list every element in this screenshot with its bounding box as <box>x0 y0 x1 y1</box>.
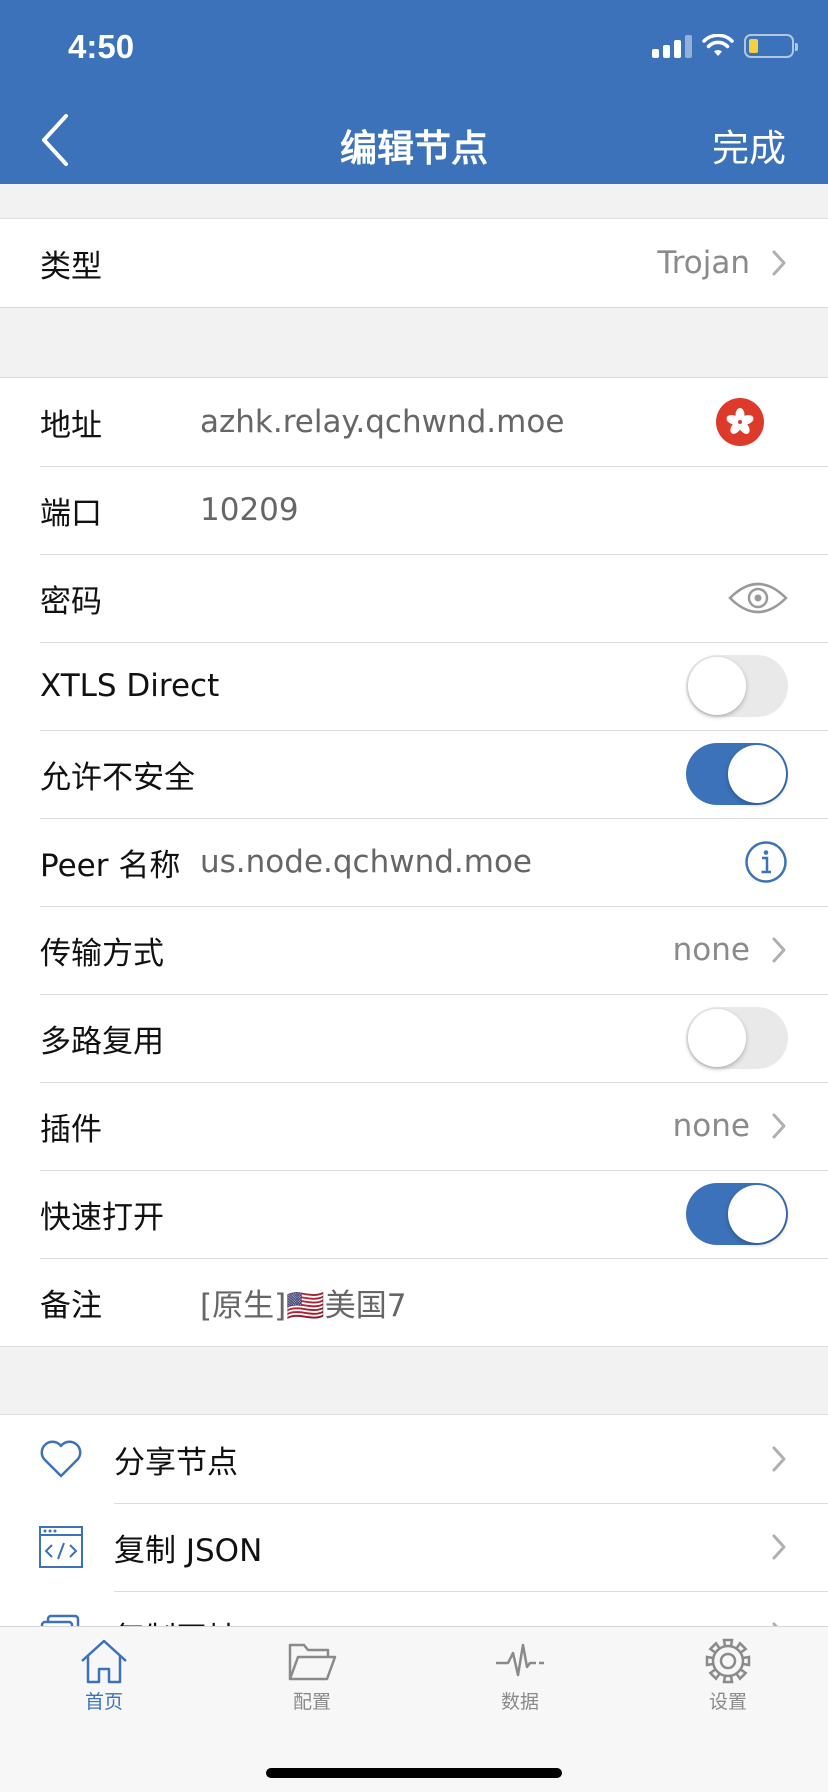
home-icon <box>81 1639 127 1684</box>
password-row[interactable]: 密码 <box>0 554 828 642</box>
plugin-label: 插件 <box>40 1111 102 1148</box>
chevron-right-icon <box>772 1534 786 1560</box>
share-node-row[interactable]: 分享节点 <box>0 1415 828 1503</box>
peer-name-row[interactable]: Peer 名称 us.node.qchwnd.moe <box>0 818 828 906</box>
chevron-right-icon <box>772 1113 786 1139</box>
folder-icon <box>288 1643 337 1681</box>
allow-insecure-label: 允许不安全 <box>40 759 195 796</box>
tab-home-label: 首页 <box>84 1691 123 1713</box>
plugin-row[interactable]: 插件 none <box>0 1082 828 1170</box>
mux-row: 多路复用 <box>0 994 828 1082</box>
type-row[interactable]: 类型 Trojan <box>0 219 828 307</box>
transport-row[interactable]: 传输方式 none <box>0 906 828 994</box>
mux-toggle[interactable] <box>686 1007 788 1069</box>
tab-config[interactable]: 配置 <box>252 1637 372 1714</box>
peer-name-value[interactable]: us.node.qchwnd.moe <box>200 844 532 880</box>
status-icons <box>652 34 798 58</box>
xtls-direct-toggle[interactable] <box>686 655 788 717</box>
share-node-label: 分享节点 <box>114 1444 238 1481</box>
tab-home[interactable]: 首页 <box>44 1637 164 1714</box>
activity-icon <box>496 1643 544 1677</box>
remark-value[interactable]: [原生]🇺🇸美国7 <box>200 1280 407 1325</box>
address-label: 地址 <box>40 407 102 444</box>
cellular-signal-icon <box>652 34 692 58</box>
gear-icon <box>705 1638 751 1684</box>
port-row[interactable]: 端口 10209 <box>0 466 828 554</box>
plugin-value: none <box>672 1108 750 1144</box>
code-window-icon <box>39 1526 83 1568</box>
fast-open-label: 快速打开 <box>40 1199 164 1236</box>
battery-icon <box>744 34 798 58</box>
copy-json-row[interactable]: 复制 JSON <box>0 1503 828 1591</box>
peer-name-label: Peer 名称 <box>40 847 181 884</box>
xtls-direct-row: XTLS Direct <box>0 642 828 730</box>
allow-insecure-toggle[interactable] <box>686 743 788 805</box>
mux-label: 多路复用 <box>40 1023 164 1060</box>
chevron-right-icon <box>772 937 786 963</box>
tab-config-label: 配置 <box>292 1691 331 1713</box>
heart-icon <box>40 1440 82 1478</box>
fast-open-toggle[interactable] <box>686 1183 788 1245</box>
chevron-right-icon <box>772 250 786 276</box>
page-title: 编辑节点 <box>340 127 488 170</box>
tab-data-label: 数据 <box>500 1691 539 1713</box>
type-label: 类型 <box>40 248 102 285</box>
tab-settings[interactable]: 设置 <box>668 1637 788 1714</box>
type-value: Trojan <box>657 245 750 281</box>
fast-open-row: 快速打开 <box>0 1170 828 1258</box>
password-label: 密码 <box>40 583 102 620</box>
node-fields-section: 地址 azhk.relay.qchwnd.moe 端口 10209 密码 XTL… <box>0 377 828 1347</box>
status-time: 4:50 <box>68 28 135 65</box>
type-section: 类型 Trojan <box>0 218 828 308</box>
address-row[interactable]: 地址 azhk.relay.qchwnd.moe <box>0 378 828 466</box>
port-label: 端口 <box>40 495 102 532</box>
transport-label: 传输方式 <box>40 935 164 972</box>
home-indicator <box>266 1768 562 1778</box>
transport-value: none <box>672 932 750 968</box>
info-icon[interactable] <box>744 840 788 884</box>
port-value[interactable]: 10209 <box>200 492 299 528</box>
remark-row[interactable]: 备注 [原生]🇺🇸美国7 <box>0 1258 828 1346</box>
nav-header: 4:50 编辑节点 完成 <box>0 0 828 184</box>
remark-label: 备注 <box>40 1287 102 1324</box>
wifi-icon <box>702 34 734 56</box>
tab-settings-label: 设置 <box>708 1691 747 1713</box>
allow-insecure-row: 允许不安全 <box>0 730 828 818</box>
copy-json-label: 复制 JSON <box>114 1532 263 1569</box>
xtls-direct-label: XTLS Direct <box>40 668 220 704</box>
chevron-right-icon <box>772 1446 786 1472</box>
done-button[interactable]: 完成 <box>712 118 786 172</box>
tab-data[interactable]: 数据 <box>460 1637 580 1714</box>
address-value[interactable]: azhk.relay.qchwnd.moe <box>200 404 564 440</box>
eye-icon[interactable] <box>728 578 788 618</box>
hong-kong-flag-icon <box>716 398 764 446</box>
